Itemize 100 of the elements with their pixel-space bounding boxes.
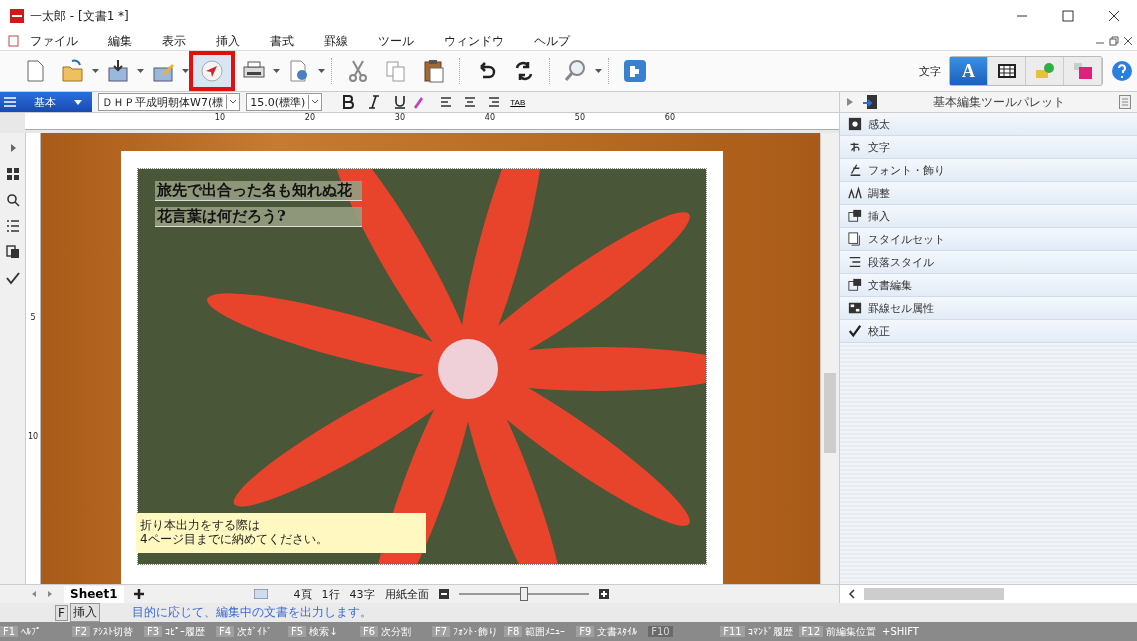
help-icon[interactable]: [1111, 60, 1133, 82]
menu-item[interactable]: ウィンドウ: [438, 32, 510, 50]
zoom-in-icon[interactable]: [598, 589, 609, 599]
scroll-thumb[interactable]: [824, 373, 837, 453]
ruler-number: 50: [573, 113, 585, 124]
ruler-number: 10: [27, 432, 39, 441]
layout-mode-tab[interactable]: [1064, 57, 1102, 85]
palette-item[interactable]: 罫線セル属性: [840, 297, 1137, 320]
font-size-dropdown[interactable]: 15.0(標準): [246, 93, 323, 111]
list-icon[interactable]: [5, 219, 20, 233]
palette-item[interactable]: 段落スタイル: [840, 251, 1137, 274]
view-dropdown[interactable]: 用紙全面: [384, 586, 429, 602]
align-left-icon[interactable]: [440, 96, 453, 108]
ruler-number: 40: [483, 113, 495, 124]
grid-icon[interactable]: [5, 167, 20, 181]
palette-item[interactable]: 感太: [840, 113, 1137, 136]
ruler-number: 5: [30, 313, 36, 322]
add-sheet-icon[interactable]: [133, 589, 144, 599]
menu-item[interactable]: ファイル: [24, 32, 84, 50]
italic-icon[interactable]: [368, 95, 381, 109]
cell-icon: [848, 301, 863, 315]
dropdown-arrow-icon[interactable]: [182, 69, 189, 73]
text-mode-tab[interactable]: A: [950, 57, 988, 85]
menu-item[interactable]: 編集: [102, 32, 138, 50]
palette-item[interactable]: 文字: [840, 136, 1137, 159]
menu-icon: [4, 97, 16, 107]
bold-icon[interactable]: [342, 95, 355, 109]
scroll-left-icon[interactable]: [848, 589, 857, 599]
ruler-number: 10: [213, 113, 225, 124]
palette-item[interactable]: 校正: [840, 320, 1137, 343]
align-center-icon[interactable]: [464, 96, 477, 108]
palette-item[interactable]: フォント・飾り: [840, 159, 1137, 182]
style-dropdown[interactable]: 基本: [0, 92, 92, 112]
compass-icon: [199, 58, 225, 84]
zoom-out-icon[interactable]: [438, 589, 449, 599]
menu-icon[interactable]: [1119, 95, 1131, 109]
paste-icon: [421, 58, 447, 84]
note-text: 4ページ目までに納めてください。: [140, 532, 329, 546]
highlighter-icon[interactable]: [412, 95, 425, 109]
note-text: 折り本出力をする際は: [140, 518, 261, 532]
dropdown-arrow-icon[interactable]: [137, 69, 144, 73]
insert-icon: [848, 209, 863, 223]
adjust-icon: [848, 186, 863, 200]
menu-item[interactable]: 挿入: [210, 32, 246, 50]
save-icon: [105, 58, 131, 84]
kanta-icon: [848, 117, 863, 131]
menu-item[interactable]: 罫線: [318, 32, 354, 50]
font-icon: [848, 163, 863, 177]
expand-arrow-icon[interactable]: [846, 98, 855, 106]
styleset-icon: [848, 232, 863, 246]
palette-item[interactable]: 挿入: [840, 205, 1137, 228]
zoom-thumb[interactable]: [519, 587, 528, 601]
proof-icon: [848, 324, 863, 338]
tab-button[interactable]: TAB: [506, 97, 530, 107]
pages-icon[interactable]: [5, 245, 20, 259]
font-dropdown[interactable]: ＤＨＰ平成明朝体W7(標: [98, 93, 241, 111]
close-icon[interactable]: [1123, 36, 1133, 46]
dropdown-arrow-icon[interactable]: [318, 69, 325, 73]
paragraph-icon: [848, 255, 863, 269]
menu-item[interactable]: ヘルプ: [528, 32, 576, 50]
ruler-number: 30: [393, 113, 405, 124]
menu-item[interactable]: 書式: [264, 32, 300, 50]
scroll-thumb[interactable]: [864, 588, 1005, 600]
ruler-number: 20: [303, 113, 315, 124]
align-right-icon[interactable]: [488, 96, 501, 108]
open-folder-icon: [60, 58, 86, 84]
palette-title: 基本編集ツールパレット: [931, 93, 1066, 111]
docedit-icon: [848, 278, 863, 292]
app-logo-icon: [10, 9, 24, 23]
caret-icon: [74, 99, 82, 105]
palette-icon: [862, 94, 879, 110]
mode-label: 文字: [919, 63, 941, 79]
ruler-number: 60: [663, 113, 675, 124]
restore-icon[interactable]: [1109, 36, 1119, 46]
menu-item[interactable]: ツール: [372, 32, 420, 50]
menu-item[interactable]: 表示: [156, 32, 192, 50]
dropdown-arrow-icon[interactable]: [273, 69, 280, 73]
underline-icon[interactable]: [394, 95, 407, 109]
palette-item[interactable]: 調整: [840, 182, 1137, 205]
key-indicator: F: [55, 604, 68, 621]
horizontal-scrollbar[interactable]: [840, 584, 1137, 603]
window-title: 一太郎 - [文書1 *]: [30, 7, 129, 25]
char-count: 43字: [349, 586, 375, 602]
table-mode-tab[interactable]: [988, 57, 1026, 85]
palette-item[interactable]: 文書編集: [840, 274, 1137, 297]
checkmark-icon[interactable]: [5, 271, 20, 285]
search-icon[interactable]: [5, 193, 20, 207]
sheet-nav-arrows-icon[interactable]: [30, 589, 54, 599]
line-count: 1行: [321, 586, 340, 602]
shift-hint: +SHIFT: [882, 626, 919, 637]
document-icon[interactable]: [8, 35, 20, 47]
page-count: 4頁: [293, 586, 312, 602]
status-message: 目的に応じて、編集中の文書を出力します。: [131, 604, 372, 621]
puzzle-icon: [622, 58, 648, 84]
dropdown-arrow-icon[interactable]: [595, 69, 602, 73]
palette-item[interactable]: スタイルセット: [840, 228, 1137, 251]
sheet-tab[interactable]: Sheet1: [64, 585, 124, 603]
layout-view-icon[interactable]: [253, 589, 268, 599]
input-mode-indicator: 挿入: [69, 603, 100, 622]
dropdown-arrow-icon[interactable]: [92, 69, 99, 73]
